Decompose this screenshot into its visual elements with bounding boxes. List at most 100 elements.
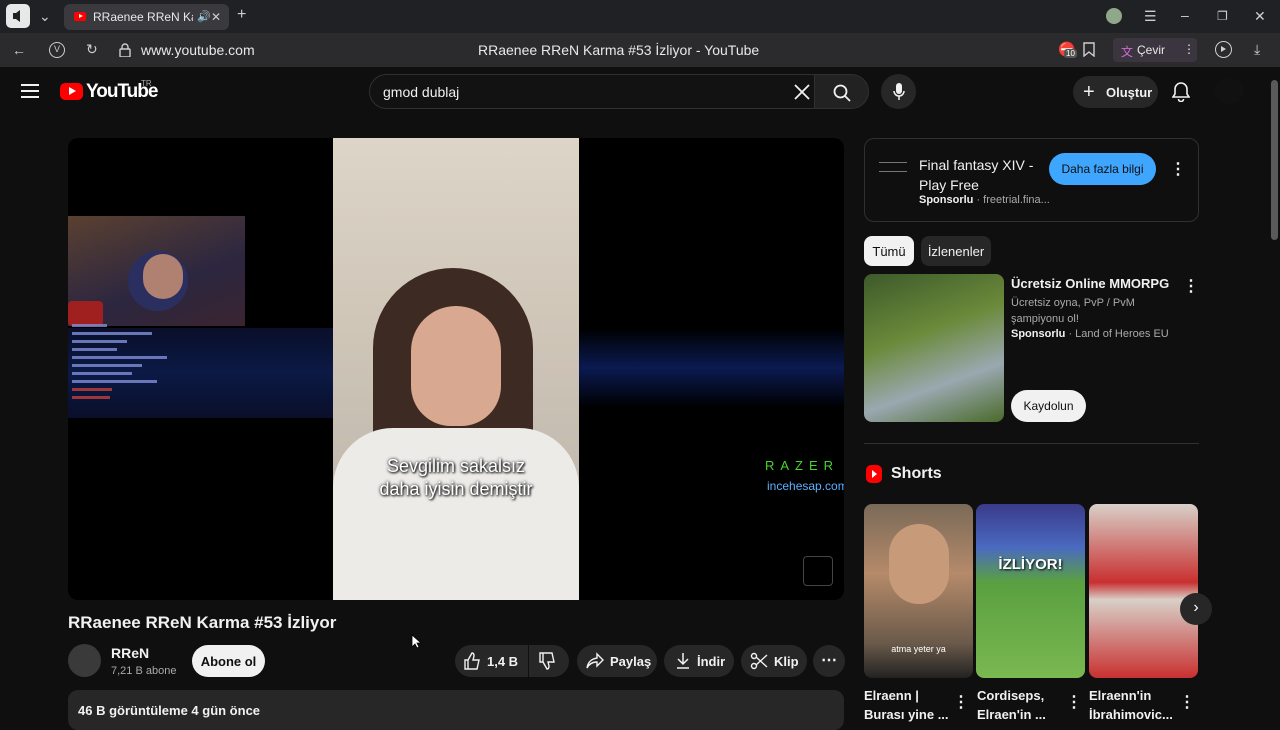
vivaldi-icon[interactable]: V [49, 42, 65, 58]
youtube-logo-icon[interactable] [60, 83, 83, 100]
download-button[interactable]: İndir [664, 645, 734, 677]
channel-avatar[interactable] [68, 644, 101, 677]
translate-icon: 文 [1121, 45, 1134, 59]
tab-title: RRaenee RReN Karma #53 İzliyor - YouTube [93, 10, 193, 24]
description-box[interactable]: 46 B görüntüleme 4 gün önce [68, 690, 844, 730]
promo-more-options-icon[interactable]: ⋮ [1183, 276, 1199, 296]
like-button[interactable]: 1,4 B [455, 645, 528, 677]
short-thumbnail-1[interactable]: atma yeter ya [864, 504, 973, 678]
minimize-icon[interactable]: – [1181, 8, 1189, 22]
shorts-icon [866, 465, 882, 483]
like-count: 1,4 B [487, 654, 519, 669]
ad-more-options-icon[interactable]: ⋮ [1170, 159, 1186, 179]
sponsored-ad-card[interactable]: Final fantasy XIV - Play Free Sponsorlu … [864, 138, 1199, 222]
video-player[interactable]: Sevgilim sakalsız daha iyisin demiştir R… [68, 138, 844, 600]
downloads-icon[interactable]: ⤓ [1254, 42, 1260, 56]
microphone-icon [893, 83, 905, 101]
clip-label: Klip [774, 654, 799, 669]
browser-tab-bar: ⌄ RRaenee RReN Karma #53 İzliyor - YouTu… [0, 0, 1280, 33]
extension-icon[interactable] [1106, 8, 1122, 24]
hamburger-menu-icon[interactable] [21, 84, 39, 98]
share-arrow-icon [586, 652, 604, 670]
subscribe-button[interactable]: Abone ol [192, 645, 265, 677]
search-value: gmod dublaj [383, 84, 460, 100]
share-button[interactable]: Paylaş [577, 645, 657, 677]
dislike-button[interactable] [529, 645, 569, 677]
razer-logo: RAZER [765, 458, 840, 473]
ad-domain: freetrial.fina... [983, 194, 1050, 206]
voice-search-button[interactable] [881, 74, 916, 109]
scissors-icon [750, 652, 768, 670]
thumbs-down-icon [538, 652, 556, 670]
short-thumbnail-2[interactable]: İZLİYOR! [976, 504, 1085, 678]
learn-more-button[interactable]: Daha fazla bilgi [1049, 153, 1156, 185]
new-tab-icon[interactable]: + [237, 7, 246, 23]
channel-name[interactable]: RReN [111, 645, 149, 661]
short-1-more-icon[interactable]: ⋮ [953, 692, 969, 712]
short-1-caption: atma yeter ya [891, 644, 946, 654]
tracker-count-badge: 10 [1064, 49, 1077, 58]
download-label: İndir [697, 654, 726, 669]
tab-close-icon[interactable]: ✕ [211, 10, 221, 24]
more-actions-button[interactable]: ⋯ [813, 645, 845, 677]
country-code: TR [141, 79, 152, 88]
thumbs-up-icon [463, 652, 481, 670]
translate-button[interactable]: 文 Çevir ⋮ [1113, 38, 1197, 62]
promo-thumbnail[interactable] [864, 274, 1004, 422]
promo-title[interactable]: Ücretsiz Online MMORPG [1011, 276, 1169, 291]
translate-more-icon[interactable]: ⋮ [1183, 42, 1195, 56]
signup-button[interactable]: Kaydolun [1011, 390, 1086, 422]
promo-description: Ücretsiz oyna, PvP / PvM şampiyonu ol! [1011, 297, 1135, 325]
browser-logo-icon[interactable] [6, 4, 30, 28]
mouse-cursor-icon [411, 634, 421, 649]
search-button[interactable] [815, 74, 869, 109]
shorts-heading: Shorts [891, 465, 942, 482]
close-window-icon[interactable]: ✕ [1254, 9, 1266, 23]
menu-icon[interactable]: ☰ [1144, 9, 1157, 23]
avatar[interactable] [1214, 78, 1244, 104]
ad-meta: Sponsorlu · freetrial.fina... [919, 194, 1050, 206]
reload-icon[interactable]: ↻ [86, 42, 98, 56]
restore-icon[interactable]: ❐ [1217, 9, 1228, 23]
views-and-date: 46 B görüntüleme 4 gün önce [78, 703, 261, 718]
subtitle-line-2: daha iyisin demiştir [379, 479, 533, 499]
short-title-2[interactable]: Cordiseps, Elraen'in ... [977, 686, 1069, 724]
back-icon[interactable]: ← [12, 43, 26, 57]
download-icon [675, 652, 691, 670]
scrollbar-thumb[interactable] [1271, 80, 1278, 240]
search-input[interactable]: gmod dublaj [369, 74, 815, 109]
tab-list-chevron-icon[interactable]: ⌄ [39, 9, 51, 23]
short-thumbnail-3[interactable] [1089, 504, 1198, 678]
url-text[interactable]: www.youtube.com [141, 42, 255, 58]
bookmark-icon[interactable] [1083, 42, 1095, 57]
channel-watermark[interactable] [803, 556, 833, 586]
short-2-more-icon[interactable]: ⋮ [1066, 692, 1082, 712]
notifications-bell-icon[interactable] [1172, 82, 1190, 102]
ad-title[interactable]: Final fantasy XIV - Play Free [919, 155, 1039, 195]
share-label: Paylaş [610, 654, 652, 669]
create-label: Oluştur [1106, 85, 1153, 100]
short-title-3[interactable]: Elraenn'in İbrahimovic... [1089, 686, 1181, 724]
tab-youtube[interactable]: RRaenee RReN Karma #53 İzliyor - YouTube… [64, 4, 229, 30]
clip-button[interactable]: Klip [741, 645, 807, 677]
video-clip-frame: Sevgilim sakalsız daha iyisin demiştir [333, 138, 579, 600]
youtube-favicon-icon [74, 12, 86, 21]
plus-icon: + [1083, 81, 1095, 103]
ad-logo-icon [879, 162, 907, 172]
shorts-next-button[interactable]: › [1180, 593, 1212, 625]
subtitle-line-1: Sevgilim sakalsız [386, 456, 526, 476]
short-3-more-icon[interactable]: ⋮ [1179, 692, 1195, 712]
background-gradient [579, 328, 844, 408]
clear-search-icon[interactable] [794, 84, 810, 100]
media-control-icon[interactable] [1215, 41, 1232, 58]
short-title-1[interactable]: Elraenn | Burası yine ... [864, 686, 956, 724]
video-title: RRaenee RReN Karma #53 İzliyor [68, 613, 337, 632]
translate-label: Çevir [1137, 43, 1166, 57]
chip-watched[interactable]: İzlenenler [921, 236, 991, 266]
create-button[interactable]: + Oluştur [1073, 76, 1158, 108]
chip-all[interactable]: Tümü [864, 236, 914, 266]
streamer-webcam [68, 216, 245, 326]
more-horizontal-icon: ⋯ [821, 652, 837, 669]
ad-sponsored-label: Sponsorlu [919, 194, 974, 206]
audio-playing-icon[interactable]: 🔊 [197, 10, 211, 24]
